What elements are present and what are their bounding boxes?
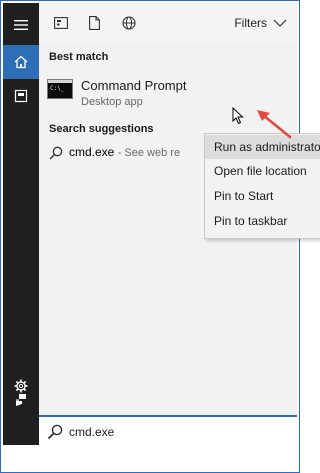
filters-label: Filters [234, 16, 267, 30]
filters-dropdown[interactable]: Filters [234, 16, 287, 30]
apps-scope-button[interactable] [51, 13, 71, 33]
globe-icon [122, 16, 136, 30]
search-box[interactable]: cmd.exe [39, 415, 297, 447]
suggestion-hint: - See web re [117, 147, 181, 159]
search-scope-toolbar: Filters [39, 3, 297, 44]
suggestion-query: cmd.exe [69, 145, 115, 159]
hamburger-menu-button[interactable] [3, 8, 39, 42]
home-button[interactable] [3, 45, 39, 79]
results-panel: Best match C:\_ Command Prompt Desktop a… [39, 43, 320, 415]
best-match-subtitle: Desktop app [81, 96, 143, 108]
web-scope-button[interactable] [119, 13, 139, 33]
home-icon [14, 55, 28, 69]
feedback-rail-area [3, 394, 39, 445]
best-match-heading: Best match [49, 51, 109, 63]
left-rail [3, 3, 39, 415]
mouse-cursor-icon [232, 107, 244, 125]
feedback-icon [16, 394, 26, 406]
chevron-down-icon [273, 19, 287, 27]
blank-area [1, 445, 299, 472]
command-prompt-icon: C:\_ [47, 79, 73, 99]
annotation-arrow-icon [257, 110, 292, 139]
suggestion-text: cmd.exe - See web re [69, 145, 180, 159]
search-input[interactable]: cmd.exe [69, 425, 114, 439]
context-menu: Run as administrator Open file location … [204, 133, 320, 239]
hamburger-icon [14, 20, 28, 30]
menu-item-open-file-location[interactable]: Open file location [205, 159, 320, 183]
feedback-button[interactable] [3, 385, 39, 415]
search-suggestions-heading: Search suggestions [49, 123, 154, 135]
best-match-title: Command Prompt [81, 78, 187, 93]
menu-item-pin-to-taskbar[interactable]: Pin to taskbar [205, 209, 320, 233]
apps-icon [54, 17, 68, 29]
start-search-window: Filters Best match C:\_ Command Prompt D… [0, 0, 320, 473]
document-icon [14, 89, 28, 103]
menu-item-pin-to-start[interactable]: Pin to Start [205, 184, 320, 208]
documents-button[interactable] [3, 79, 39, 113]
file-icon [88, 16, 100, 30]
documents-scope-button[interactable] [84, 13, 104, 33]
search-icon [49, 146, 63, 160]
command-prompt-icon-text: C:\_ [50, 85, 65, 92]
search-icon [47, 424, 63, 440]
